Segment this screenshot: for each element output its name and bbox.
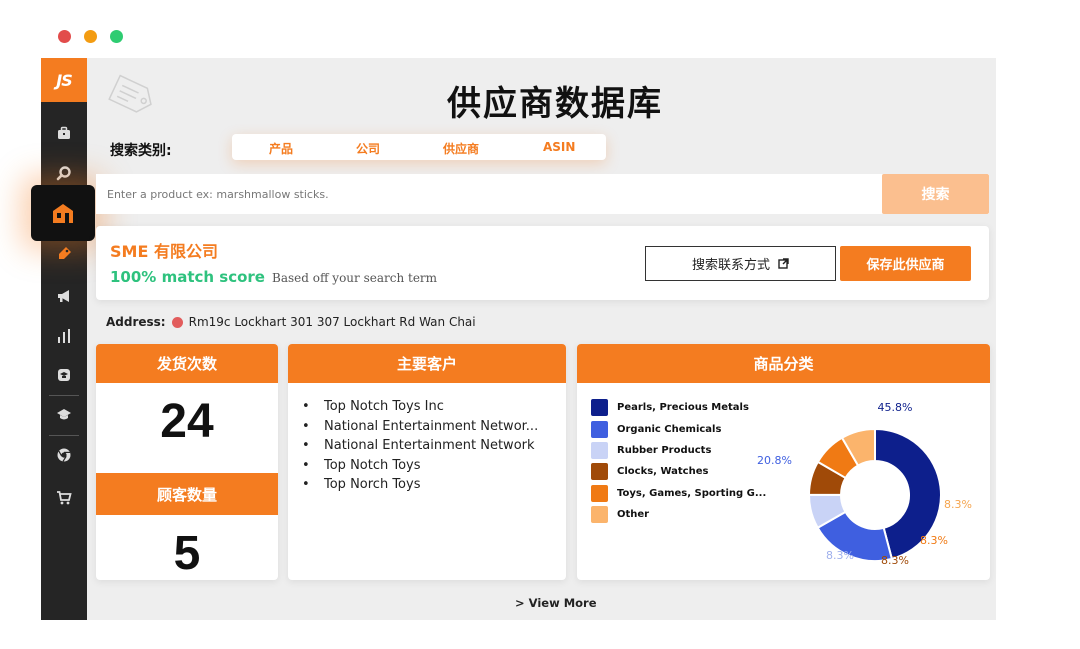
search-button[interactable]: 搜索 <box>882 174 989 214</box>
slice-label: 8.3% <box>881 554 909 567</box>
search-bar: 搜索 <box>96 174 989 214</box>
search-icon[interactable] <box>41 160 87 186</box>
js-logo[interactable]: JS <box>41 58 87 102</box>
search-input[interactable] <box>96 174 882 214</box>
slice-label: 8.3% <box>944 498 972 511</box>
slice-label: 45.8% <box>878 401 913 414</box>
tab-supplier[interactable]: 供应商 <box>443 140 479 157</box>
bar-chart-icon[interactable] <box>41 323 87 349</box>
address-value: Rm19c Lockhart 301 307 Lockhart Rd Wan C… <box>188 315 476 329</box>
list-item: Top Notch Toys <box>302 456 566 476</box>
close-window-dot[interactable] <box>58 30 71 43</box>
sidebar-divider <box>49 435 79 436</box>
slice-label: 8.3% <box>826 549 854 562</box>
tab-company[interactable]: 公司 <box>356 140 380 157</box>
location-pin-icon <box>171 316 183 328</box>
match-note: Based off your search term <box>272 271 438 285</box>
shipments-value: 24 <box>160 395 214 448</box>
keyword-icon[interactable] <box>41 241 87 267</box>
price-tag-icon <box>108 74 152 113</box>
category-donut-chart: 45.8% 20.8% 8.3% 8.3% 8.3% 8.3% <box>757 401 972 567</box>
slice-label: 8.3% <box>920 534 948 547</box>
app-window: JS 供应商数据库 搜索类别: 产品 公司 供应商 ASIN Enter a p… <box>31 58 996 620</box>
contact-button-label: 搜索联系方式 <box>691 258 770 273</box>
maximize-window-dot[interactable] <box>110 30 123 43</box>
top-customers-title: 主要客户 <box>288 344 566 383</box>
customer-list: Top Notch Toys Inc National Entertainmen… <box>288 383 566 495</box>
list-item: Top Norch Toys <box>302 475 566 495</box>
customer-count-value: 5 <box>173 527 201 580</box>
search-category-label: 搜索类别: <box>110 143 172 159</box>
list-item: Top Notch Toys Inc <box>302 397 566 417</box>
shipments-card: 发货次数 24 顾客数量 5 <box>96 344 278 580</box>
slice-label: 20.8% <box>757 454 792 467</box>
page-title: 供应商数据库 <box>447 84 663 124</box>
top-customers-card: 主要客户 Top Notch Toys Inc National Enterta… <box>288 344 566 580</box>
external-link-icon <box>778 258 789 269</box>
shipments-title: 发货次数 <box>96 344 278 383</box>
search-category-tabs: 产品 公司 供应商 ASIN <box>232 134 606 160</box>
save-supplier-button[interactable]: 保存此供应商 <box>840 246 971 281</box>
tab-product[interactable]: 产品 <box>269 140 293 157</box>
briefcase-icon[interactable] <box>41 120 87 146</box>
match-score: 100% match score <box>110 268 265 286</box>
tab-asin[interactable]: ASIN <box>543 140 575 154</box>
list-item: National Entertainment Network <box>302 436 566 456</box>
view-more-link[interactable]: > View More <box>515 596 597 610</box>
address-label: Address: <box>106 315 166 329</box>
academy-icon[interactable] <box>41 362 87 388</box>
graduation-cap-icon[interactable] <box>41 402 87 428</box>
company-card: SME 有限公司 100% match score Based off your… <box>96 226 989 300</box>
window-controls <box>58 30 123 43</box>
chrome-icon[interactable] <box>41 442 87 468</box>
company-name: SME 有限公司 <box>110 242 218 261</box>
sidebar-divider <box>49 395 79 396</box>
list-item: National Entertainment Networ... <box>302 417 566 437</box>
minimize-window-dot[interactable] <box>84 30 97 43</box>
megaphone-icon[interactable] <box>41 283 87 309</box>
supplier-database-icon[interactable] <box>31 185 95 241</box>
search-contact-button[interactable]: 搜索联系方式 <box>645 246 836 281</box>
sidebar: JS <box>31 58 95 620</box>
address-row: Address: Rm19c Lockhart 301 307 Lockhart… <box>106 315 476 329</box>
customer-count-title: 顾客数量 <box>96 473 278 515</box>
product-categories-card: 商品分类 Pearls, Precious Metals Organic Chem… <box>577 344 990 580</box>
cart-icon[interactable] <box>41 485 87 511</box>
